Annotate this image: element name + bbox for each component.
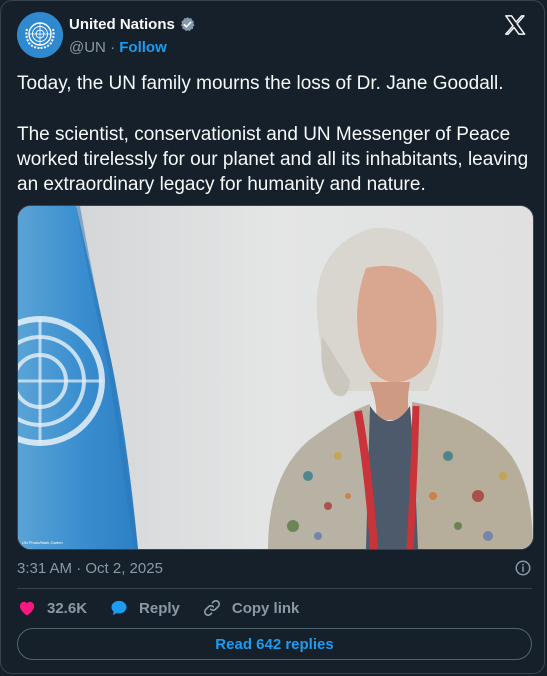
verified-badge-icon [180, 17, 195, 32]
copy-link-button[interactable]: Copy link [202, 598, 300, 618]
reply-button[interactable]: Reply [109, 598, 180, 618]
account-handle[interactable]: @UN [69, 39, 106, 56]
info-icon[interactable] [514, 559, 532, 577]
action-bar: 32.6K Reply Copy link [17, 597, 321, 619]
post-photo[interactable]: UN Photo/Mark Garten [17, 205, 534, 550]
post-paragraph: The scientist, conservationist and UN Me… [17, 124, 529, 195]
timestamp-row: 3:31 AM · Oct 2, 2025 [17, 559, 532, 577]
photo-illustration [18, 206, 533, 549]
heart-icon [19, 601, 35, 616]
read-replies-button[interactable]: Read 642 replies [17, 628, 532, 660]
photo-credit: UN Photo/Mark Garten [22, 540, 63, 545]
divider [17, 588, 532, 589]
tweet-card: United Nations @UN · Follow Today, the U… [0, 0, 545, 674]
post-paragraph: Today, the UN family mourns the loss of … [17, 73, 504, 94]
account-name[interactable]: United Nations [69, 16, 175, 33]
un-emblem-avatar [17, 12, 63, 58]
handle-separator: · [110, 39, 116, 56]
follow-button[interactable]: Follow [119, 39, 167, 56]
handle-row: @UN · Follow [69, 39, 167, 56]
avatar[interactable] [17, 12, 63, 58]
link-icon [203, 599, 220, 617]
x-logo-icon[interactable] [504, 14, 526, 36]
reply-bubble-icon [111, 600, 127, 616]
reply-label: Reply [139, 599, 180, 617]
like-button[interactable]: 32.6K [17, 598, 87, 618]
post-text: Today, the UN family mourns the loss of … [17, 71, 537, 197]
copy-link-label: Copy link [231, 599, 300, 617]
account-name-row[interactable]: United Nations [69, 16, 196, 33]
post-timestamp[interactable]: 3:31 AM · Oct 2, 2025 [17, 560, 163, 577]
read-replies-label: Read 642 replies [215, 635, 334, 653]
like-count: 32.6K [47, 599, 88, 617]
